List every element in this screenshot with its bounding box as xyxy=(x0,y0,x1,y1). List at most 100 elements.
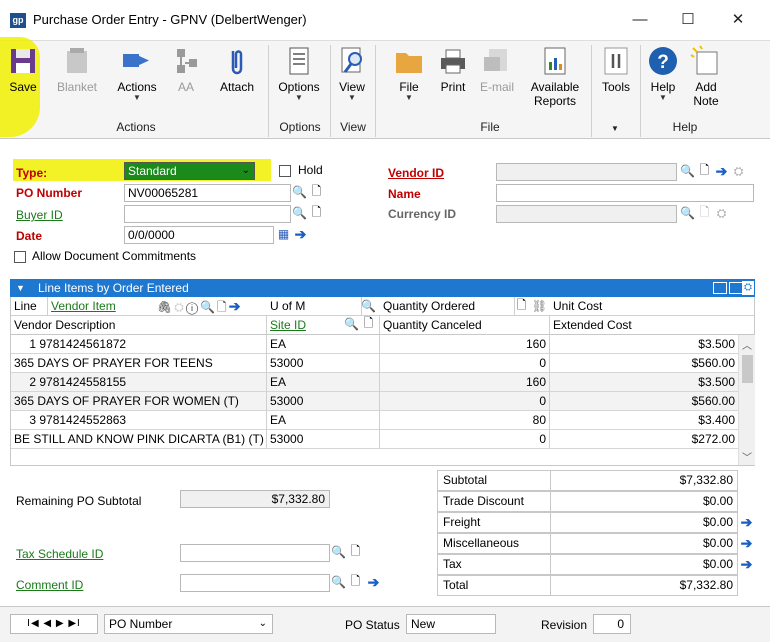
arrow-right-icon[interactable]: ➔ xyxy=(366,574,381,590)
uom-cell[interactable]: EA xyxy=(267,411,380,430)
qty-ordered-cell[interactable]: 160 xyxy=(380,335,550,354)
vendor-item-cell[interactable]: 3 9781424552863 xyxy=(11,411,267,430)
extended-cost-cell[interactable]: $560.00 xyxy=(550,392,738,411)
site-cell[interactable]: 53000 xyxy=(267,392,380,411)
collapse-icon[interactable] xyxy=(729,282,743,294)
arrow-right-icon[interactable]: ➔ xyxy=(739,514,754,530)
allow-commitments-checkbox[interactable] xyxy=(14,251,26,263)
description-cell[interactable]: 365 DAYS OF PRAYER FOR TEENS xyxy=(11,354,267,373)
arrow-right-icon[interactable]: ➔ xyxy=(739,556,754,572)
tax-schedule-link[interactable]: Tax Schedule ID xyxy=(16,547,103,561)
help-button[interactable]: ? Help ▼ xyxy=(646,43,680,107)
lookup-icon[interactable]: 🔍 xyxy=(331,574,346,590)
vendor-item-cell[interactable]: 2 9781424558155 xyxy=(11,373,267,392)
aa-button[interactable]: AA xyxy=(171,43,201,107)
new-document-icon[interactable]: 🗋 xyxy=(309,184,324,200)
table-row[interactable]: 2 9781424558155 EA 160 $3.500 xyxy=(11,373,738,392)
actions-button[interactable]: Actions ▼ xyxy=(112,43,162,107)
comment-id-link[interactable]: Comment ID xyxy=(16,578,83,592)
unit-cost-cell[interactable]: $3.400 xyxy=(550,411,738,430)
table-row[interactable]: 1 9781424561872 EA 160 $3.500 xyxy=(11,335,738,354)
tools-button[interactable]: Tools xyxy=(597,43,635,107)
po-number-field[interactable]: NV00065281 xyxy=(124,184,291,202)
new-document-icon[interactable]: 🗋 xyxy=(217,300,229,314)
sort-select[interactable]: PO Number ⌄ xyxy=(104,614,273,634)
arrow-right-icon[interactable]: ➔ xyxy=(293,226,308,242)
email-button[interactable]: E-mail xyxy=(476,43,518,107)
vendor-item-cell[interactable]: 1 9781424561872 xyxy=(11,335,267,354)
new-document-icon[interactable]: 🗋 xyxy=(309,205,324,221)
vendor-id-field[interactable] xyxy=(496,163,677,181)
currency-id-field[interactable] xyxy=(496,205,677,223)
description-cell[interactable]: BE STILL AND KNOW PINK DICARTA (B1) (T) xyxy=(11,430,267,449)
attach-button[interactable]: Attach xyxy=(215,43,259,107)
qty-ordered-cell[interactable]: 160 xyxy=(380,373,550,392)
new-document-icon[interactable]: 🗋 xyxy=(361,316,376,332)
blanket-button[interactable]: Blanket xyxy=(55,43,99,107)
arrow-right-icon[interactable]: ➔ xyxy=(229,298,243,314)
chevron-down-icon[interactable]: ﹀ xyxy=(742,449,752,464)
new-document-icon[interactable]: 🗋 xyxy=(514,298,529,314)
new-document-icon[interactable]: 🗋 xyxy=(348,544,363,560)
link-icon[interactable]: ⛓ xyxy=(532,298,547,314)
hold-checkbox[interactable] xyxy=(279,165,291,177)
uom-cell[interactable]: EA xyxy=(267,373,380,392)
qty-canceled-cell[interactable]: 0 xyxy=(380,392,550,411)
new-document-icon[interactable]: 🗋 xyxy=(697,163,712,179)
site-cell[interactable]: 53000 xyxy=(267,430,380,449)
chevron-down-icon[interactable]: ▼ xyxy=(16,279,25,297)
vendor-item-link[interactable]: Vendor Item xyxy=(51,299,116,313)
site-id-link[interactable]: Site ID xyxy=(270,318,306,332)
save-button[interactable]: Save xyxy=(6,43,40,107)
options-button[interactable]: Options ▼ xyxy=(273,43,325,107)
paperclip-icon[interactable]: 🖇 xyxy=(157,300,174,314)
record-navigation[interactable]: I◀ ◀ ▶ ▶I xyxy=(10,614,98,634)
info-icon[interactable]: ⓘ xyxy=(186,300,200,314)
calendar-icon[interactable]: ▦ xyxy=(276,226,291,242)
add-note-button[interactable]: Add Note xyxy=(686,43,726,108)
qty-canceled-cell[interactable]: 0 xyxy=(380,354,550,373)
expand-icon[interactable] xyxy=(713,282,727,294)
close-button[interactable]: ✕ xyxy=(718,8,758,32)
lookup-icon[interactable]: 🔍 xyxy=(361,298,376,314)
lookup-icon[interactable]: 🔍 xyxy=(680,163,695,179)
lookup-icon[interactable]: 🔍 xyxy=(344,316,359,332)
grid-scrollbar[interactable]: ︿ ﹀ xyxy=(738,335,755,465)
currency-icon[interactable]: ⛭ xyxy=(714,205,729,221)
print-button[interactable]: Print xyxy=(433,43,473,107)
qty-canceled-cell[interactable]: 0 xyxy=(380,430,550,449)
unit-cost-cell[interactable]: $3.500 xyxy=(550,335,738,354)
arrow-right-icon[interactable]: ➔ xyxy=(739,535,754,551)
site-cell[interactable]: 53000 xyxy=(267,354,380,373)
table-row[interactable]: 365 DAYS OF PRAYER FOR WOMEN (T) 53000 0… xyxy=(11,392,738,411)
tax-field[interactable]: $0.00 xyxy=(550,554,738,575)
freight-field[interactable]: $0.00 xyxy=(550,512,738,533)
tax-schedule-field[interactable] xyxy=(180,544,330,562)
name-field[interactable] xyxy=(496,184,754,202)
comment-id-field[interactable] xyxy=(180,574,330,592)
lookup-icon[interactable]: 🔍 xyxy=(200,300,217,314)
lookup-icon[interactable]: 🔍 xyxy=(331,544,346,560)
uom-cell[interactable]: EA xyxy=(267,335,380,354)
new-document-icon[interactable]: 🗋 xyxy=(348,574,363,590)
scrollbar-thumb[interactable] xyxy=(742,355,753,383)
new-document-icon[interactable]: 🗋 xyxy=(697,205,712,221)
vendor-id-link[interactable]: Vendor ID xyxy=(388,166,444,180)
buyer-id-link[interactable]: Buyer ID xyxy=(16,208,63,222)
vendor-card-icon[interactable]: ⛭ xyxy=(731,163,746,179)
trade-discount-field[interactable]: $0.00 xyxy=(550,491,738,512)
arrow-right-icon[interactable]: ➔ xyxy=(714,163,729,179)
lookup-icon[interactable]: 🔍 xyxy=(292,205,307,221)
lookup-icon[interactable]: 🔍 xyxy=(292,184,307,200)
type-select[interactable]: Standard ⌄ xyxy=(124,162,255,180)
settings-icon[interactable]: ⛭ xyxy=(742,281,754,295)
available-reports-button[interactable]: Available Reports xyxy=(524,43,586,108)
description-cell[interactable]: 365 DAYS OF PRAYER FOR WOMEN (T) xyxy=(11,392,267,411)
minimize-button[interactable]: — xyxy=(620,8,660,32)
table-row[interactable]: BE STILL AND KNOW PINK DICARTA (B1) (T) … xyxy=(11,430,738,449)
view-button[interactable]: View ▼ xyxy=(335,43,369,107)
chevron-up-icon[interactable]: ︿ xyxy=(742,337,752,352)
extended-cost-cell[interactable]: $272.00 xyxy=(550,430,738,449)
unit-cost-cell[interactable]: $3.500 xyxy=(550,373,738,392)
date-field[interactable]: 0/0/0000 xyxy=(124,226,274,244)
